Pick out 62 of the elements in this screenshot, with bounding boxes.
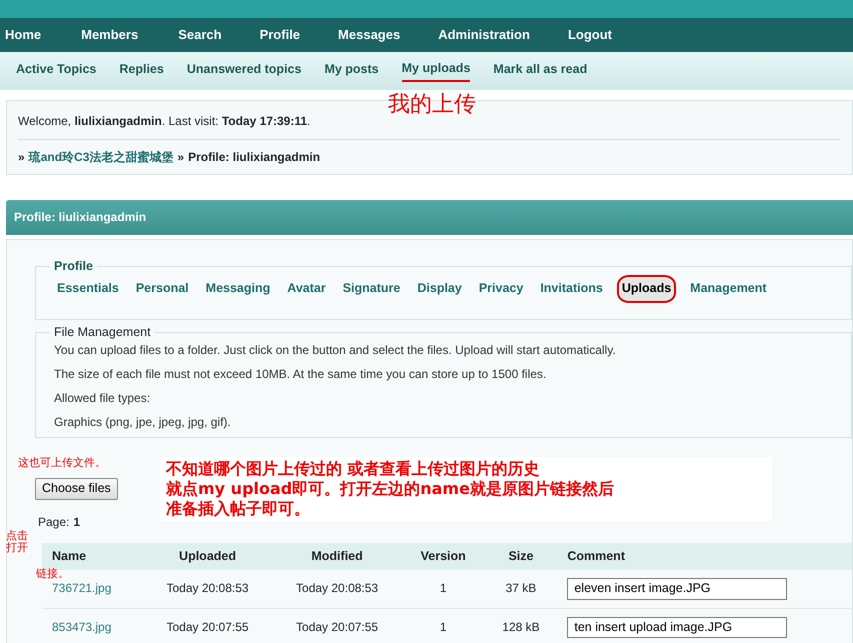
table-cell: 1 [402,608,485,643]
sub-nav-link[interactable]: Mark all as read [493,61,588,81]
info-text: Allowed file types: [54,390,152,408]
handwritten-note: 我的上传 [388,91,476,119]
breadcrumb-current: Profile: liulixiangadmin [188,150,320,164]
table-cell: 1 [402,570,485,608]
comment-field[interactable]: ten insert upload image.JPG [567,616,788,638]
info-text: Graphics (png, jpe, jpeg, jpg, gif). [54,414,232,432]
sub-nav-link[interactable]: Unanswered topics [186,61,302,81]
section-legend: File Management [50,324,155,342]
nav-link-item[interactable]: Members [81,26,138,44]
profile-tab[interactable]: Essentials [54,277,122,301]
profile-tab[interactable]: Signature [340,277,404,301]
profile-tab[interactable]: Uploads [616,275,676,303]
file-link[interactable]: 736721.jpg [52,581,112,596]
profile-tab[interactable]: Messaging [202,277,274,301]
profile-tab[interactable]: Personal [132,277,192,301]
nav-link-item[interactable]: Search [178,26,222,44]
table-cell: Today 20:07:55 [142,608,272,643]
page-number: 1 [73,514,80,529]
column-header: Version [402,542,485,570]
annotation-line: 准备插入帖子即可。 [166,499,311,519]
annotation-line: 就点my upload即可。打开左边的name就是原图片链接然后 [166,479,615,499]
nav-link-item[interactable]: Administration [438,26,530,44]
welcome-text: Welcome, liulixiangadmin. Last visit: Today 17:39:11. [18,113,312,130]
handwritten-note: 这也可上传文件。 [18,455,106,470]
table-cell: Today 20:07:55 [272,608,402,643]
annotation-line: 不知道哪个图片上传过的 或者查看上传过图片的历史 [166,459,541,479]
file-link[interactable]: 853473.jpg [52,620,112,634]
nav-link-item[interactable]: Home [5,26,42,44]
column-header: Comment [557,542,852,570]
panel-title: Profile: liulixiangadmin [6,200,853,235]
breadcrumb-link[interactable]: 琉and玲C3法老之甜蜜城堡 [28,150,174,164]
sub-nav-link[interactable]: Active Topics [16,61,96,81]
nav-link-item[interactable]: Logout [568,26,612,44]
page-label: Page: [38,514,70,529]
sub-nav-link[interactable]: My posts [324,61,379,81]
annotation-line: 打开 [6,542,28,554]
separator-icon: » [177,150,184,164]
sub-nav-link[interactable]: Replies [119,61,164,81]
profile-tab[interactable]: Management [687,277,770,301]
table-cell: Today 20:08:53 [142,570,272,608]
nav-link-item[interactable]: Profile [260,26,300,44]
profile-tab[interactable]: Invitations [537,277,606,301]
profile-tab[interactable]: Privacy [476,277,526,301]
table-cell: 37 kB [484,570,558,608]
column-header: Size [484,542,558,570]
column-header: Modified [272,542,402,570]
section-legend: Profile [50,258,97,276]
comment-field[interactable]: eleven insert image.JPG [567,578,788,600]
separator-icon: » [18,150,25,164]
column-header: Uploaded [142,542,272,570]
table-cell: Today 20:08:53 [272,570,402,608]
nav-link-item[interactable]: Messages [338,26,400,44]
info-text: You can upload files to a folder. Just click on the button and select the files. Upload will start automatically. [54,342,617,360]
annotation-line: 点击 [6,530,28,542]
sub-nav-link[interactable]: My uploads [402,60,470,82]
profile-tab[interactable]: Display [414,277,465,301]
profile-tab[interactable]: Avatar [284,277,329,301]
table-cell: 128 kB [484,608,558,643]
choose-files-button[interactable]: Choose files [35,478,118,500]
info-text: The size of each file must not exceed 10MB. At the same time you can store up to 1500 files. [54,366,548,384]
